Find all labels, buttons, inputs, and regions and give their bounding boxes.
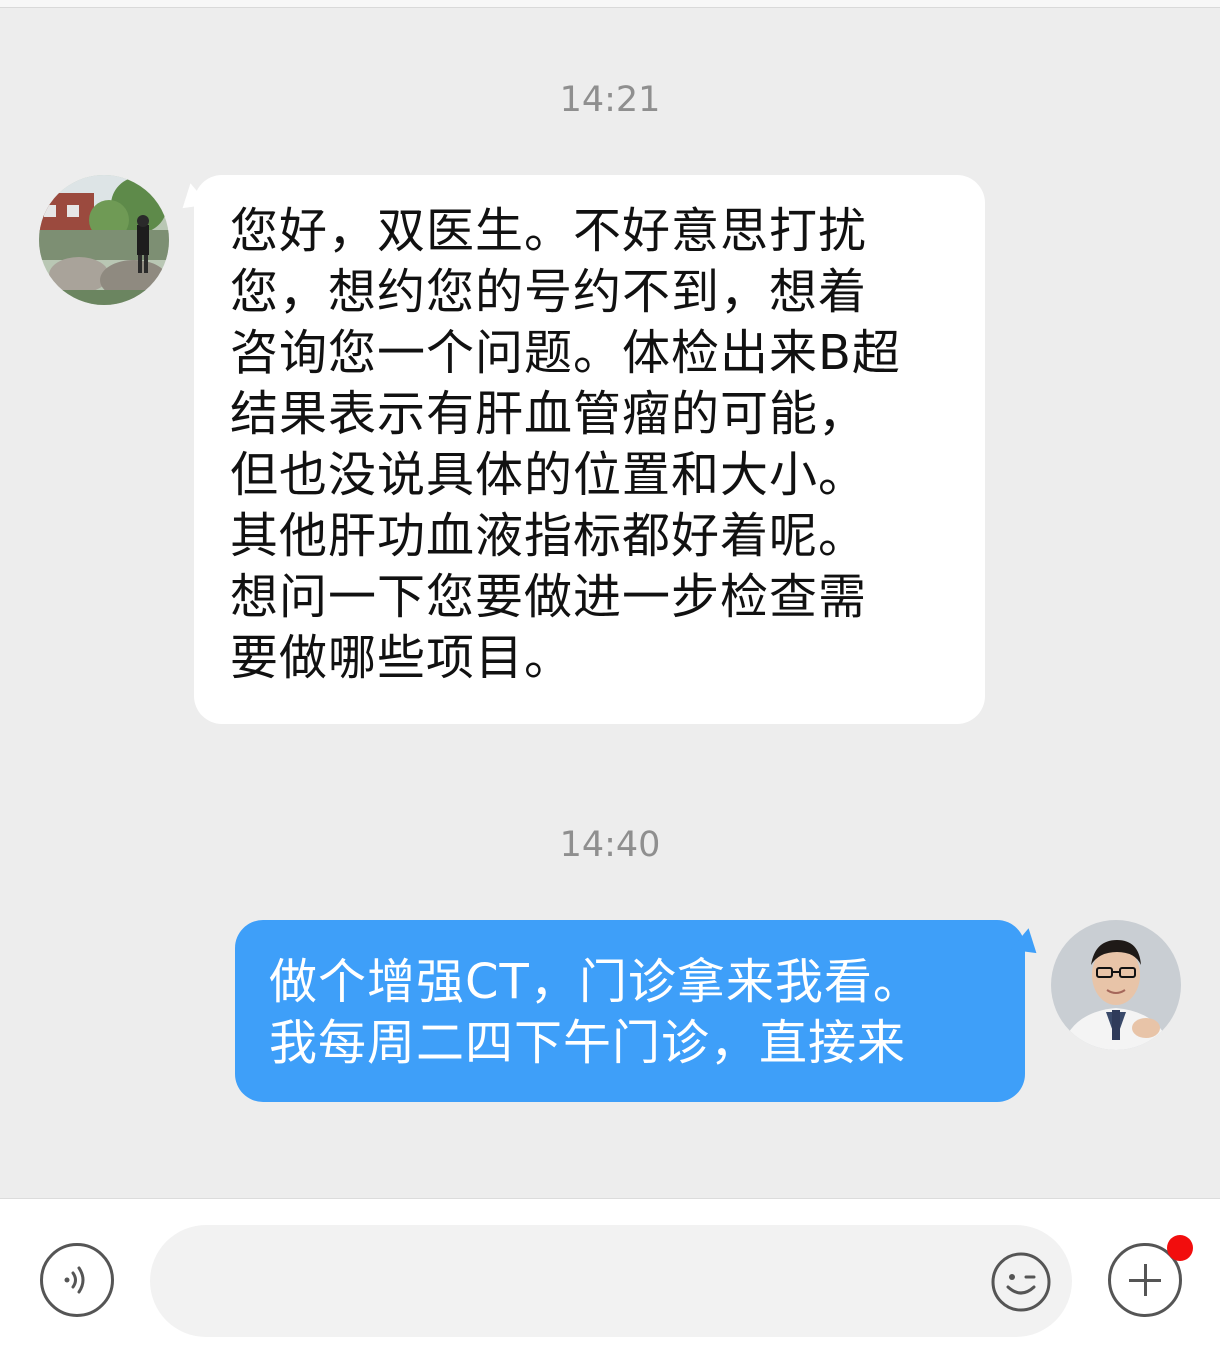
- emoji-button[interactable]: [990, 1251, 1052, 1313]
- patient-avatar[interactable]: [39, 175, 169, 305]
- message-line: 您好，双医生。不好意思打扰: [230, 203, 868, 259]
- message-line: 但也没说具体的位置和大小。: [230, 447, 868, 503]
- emoji-icon: [991, 1252, 1051, 1312]
- chat-area[interactable]: 14:21 您好，双医生。不好意思打扰 您，想约您的号约不到，想着 咨询您一个问…: [0, 8, 1220, 1198]
- message-line: 做个增强CT，门诊拿来我看。: [269, 954, 922, 1010]
- timestamp: 14:40: [559, 825, 661, 865]
- message-line: 咨询您一个问题。体检出来B超: [230, 325, 901, 381]
- message-input[interactable]: [190, 1225, 974, 1339]
- voice-icon: [64, 1266, 85, 1294]
- doctor-avatar[interactable]: [1051, 920, 1181, 1050]
- top-edge: [0, 0, 1220, 8]
- timestamp: 14:21: [559, 80, 661, 120]
- message-line: 其他肝功血液指标都好着呢。: [230, 508, 868, 564]
- outgoing-message-bubble[interactable]: 做个增强CT，门诊拿来我看。 我每周二四下午门诊，直接来: [235, 920, 1025, 1102]
- input-bar: [0, 1198, 1220, 1354]
- message-line: 想问一下您要做进一步检查需: [230, 569, 868, 625]
- voice-button[interactable]: [40, 1243, 114, 1317]
- message-input-container: [150, 1225, 1072, 1339]
- notification-dot: [1167, 1235, 1193, 1261]
- message-line: 我每周二四下午门诊，直接来: [269, 1015, 907, 1071]
- message-line: 您，想约您的号约不到，想着: [230, 264, 868, 320]
- message-line: 要做哪些项目。: [230, 630, 574, 686]
- message-line: 结果表示有肝血管瘤的可能，: [230, 386, 868, 442]
- incoming-message-bubble[interactable]: 您好，双医生。不好意思打扰 您，想约您的号约不到，想着 咨询您一个问题。体检出来…: [194, 175, 985, 724]
